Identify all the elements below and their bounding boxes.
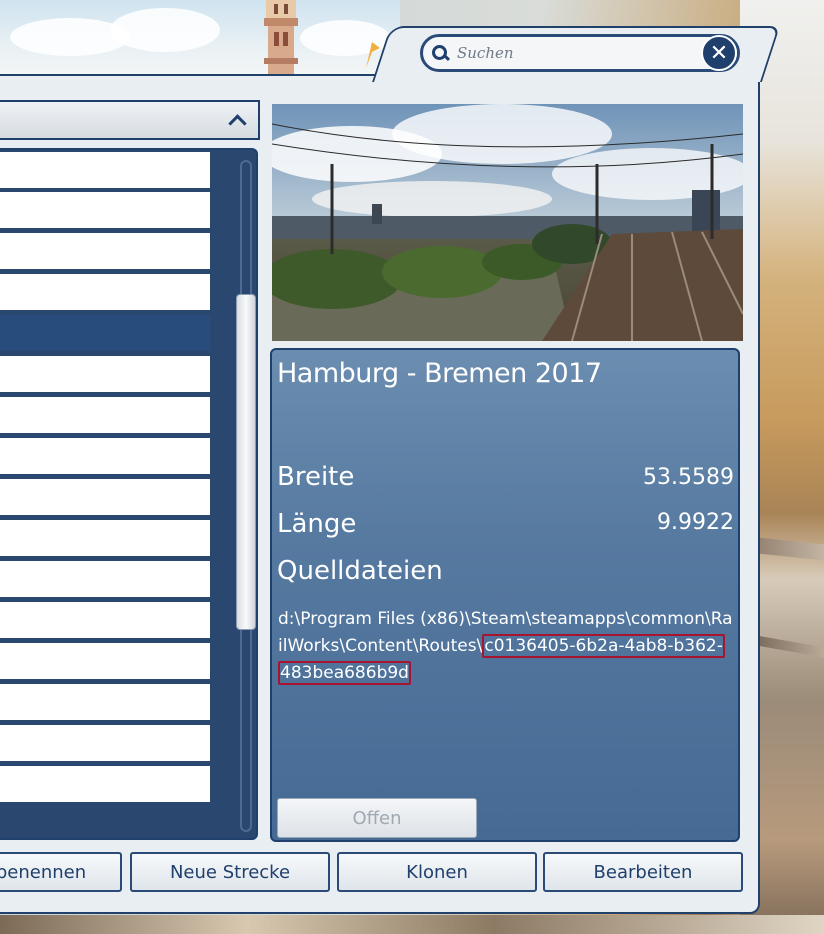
background-ground: [0, 915, 824, 934]
scrollbar-thumb[interactable]: [236, 294, 256, 630]
breite-label: Breite: [277, 462, 355, 492]
quelldateien-label: Quelldateien: [277, 556, 443, 586]
route-preview-image: [272, 104, 743, 341]
route-list: [0, 148, 258, 840]
source-path: d:\Program Files (x86)\Steam\steamapps\c…: [278, 606, 734, 687]
laenge-value: 9.9922: [657, 510, 734, 535]
list-item[interactable]: [0, 479, 210, 515]
list-item[interactable]: [0, 152, 210, 188]
list-item-selected[interactable]: [0, 315, 210, 351]
search-input[interactable]: [455, 43, 699, 63]
list-item[interactable]: [0, 192, 210, 228]
close-icon[interactable]: ✕: [701, 35, 737, 71]
list-item[interactable]: [0, 274, 210, 310]
list-item[interactable]: [0, 438, 210, 474]
list-item[interactable]: [0, 643, 210, 679]
list-item[interactable]: [0, 356, 210, 392]
list-item[interactable]: [0, 725, 210, 761]
chevron-up-icon[interactable]: [228, 113, 247, 133]
route-title: Hamburg - Bremen 2017: [277, 358, 602, 389]
list-item[interactable]: [0, 684, 210, 720]
list-item[interactable]: [0, 561, 210, 597]
edit-button[interactable]: Bearbeiten: [543, 852, 743, 892]
source-path-guid-end: 483bea686b9d: [278, 661, 411, 685]
list-header[interactable]: [0, 100, 260, 140]
top-banner: [0, 0, 400, 78]
rename-button[interactable]: benennen: [0, 852, 122, 892]
list-item[interactable]: [0, 233, 210, 269]
search-box[interactable]: ✕: [420, 34, 740, 72]
new-route-button[interactable]: Neue Strecke: [130, 852, 330, 892]
list-item[interactable]: [0, 766, 210, 802]
laenge-label: Länge: [277, 509, 357, 539]
tower-illustration: [264, 0, 298, 76]
breite-value: 53.5589: [643, 465, 734, 490]
list-item[interactable]: [0, 520, 210, 556]
clone-button[interactable]: Klonen: [337, 852, 537, 892]
source-path-guid: c0136405-6b2a-4ab8-b362-: [482, 634, 725, 658]
list-item[interactable]: [0, 602, 210, 638]
open-button[interactable]: Offen: [277, 798, 477, 838]
search-icon: [431, 44, 449, 62]
list-item[interactable]: [0, 397, 210, 433]
route-details-panel: Hamburg - Bremen 2017 Breite 53.5589 Län…: [270, 348, 740, 842]
